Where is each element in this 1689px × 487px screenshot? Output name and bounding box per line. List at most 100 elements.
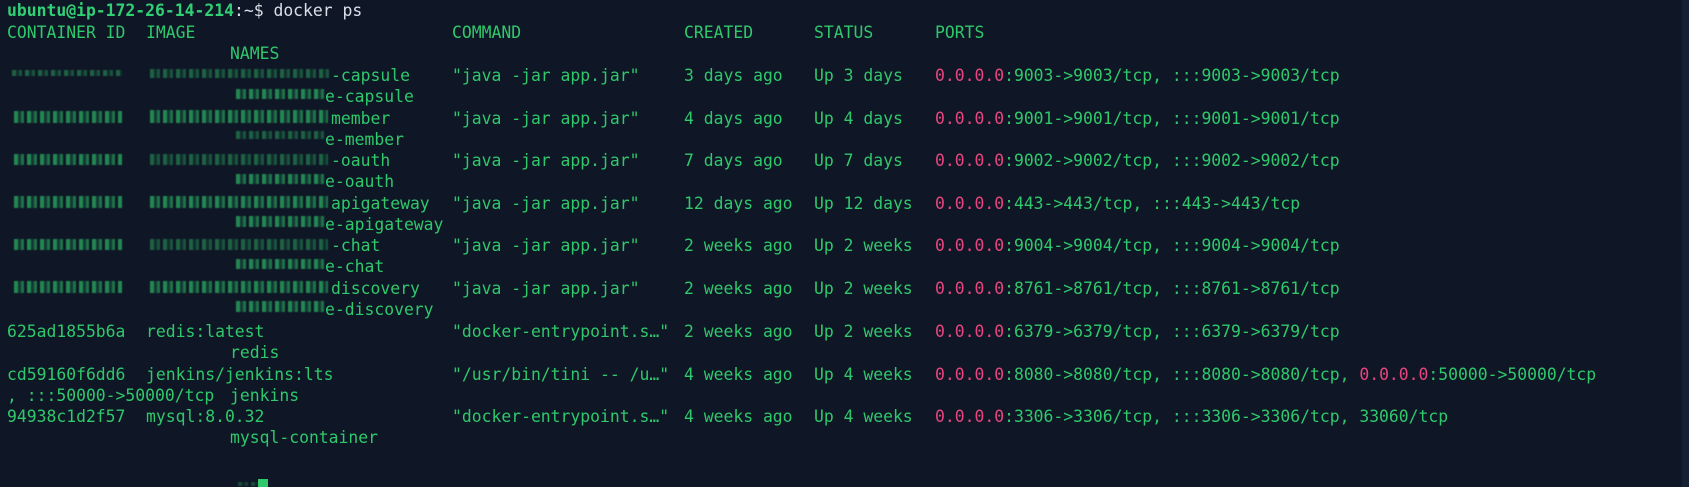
name-suffix: e-chat [325,257,385,276]
image-suffix: -chat [331,236,381,255]
image-cell: redis:latest [146,322,265,341]
redacted-image [150,239,328,250]
command-cell: "java -jar app.jar" [452,151,640,170]
ports-cell: 0.0.0.0:3306->3306/tcp, :::3306->3306/tc… [935,407,1448,427]
ports-mapping: :8080->8080/tcp, :::8080->8080/tcp, [1004,365,1360,384]
ports-ip: 0.0.0.0 [935,194,1005,213]
prompt-command: docker ps [263,1,363,20]
ports-cell: 0.0.0.0:6379->6379/tcp, :::6379->6379/tc… [935,322,1340,342]
ports-cell: 0.0.0.0:9001->9001/tcp, :::9001->9001/tc… [935,109,1340,129]
ports-mapping: :9002->9002/tcp, :::9002->9002/tcp [1004,151,1340,170]
header-status: STATUS [814,23,874,42]
ports-cell: 0.0.0.0:8761->8761/tcp, :::8761->8761/tc… [935,279,1340,299]
header-container-id: CONTAINER ID [7,23,126,42]
redacted-image [150,154,328,165]
header-created: CREATED [684,23,754,42]
redacted-name [236,301,326,312]
created-cell: 12 days ago [684,194,793,213]
ports-ip: 0.0.0.0 [935,322,1005,341]
header-image: IMAGE [146,23,196,42]
header-ports: PORTS [935,23,985,42]
prompt-line: ubuntu@ip-172-26-14-214:~$ docker ps [7,1,362,23]
created-cell: 3 days ago [684,66,783,85]
status-cell: Up 3 days [814,66,903,85]
status-cell: Up 4 days [814,109,903,128]
redacted-container-id [14,239,122,250]
command-cell: "java -jar app.jar" [452,236,640,255]
scrollbar[interactable] [1682,0,1689,487]
ports-ip: 0.0.0.0 [935,109,1005,128]
name-suffix: e-member [325,130,404,149]
status-cell: Up 4 weeks [814,407,913,426]
ports-cell: 0.0.0.0:443->443/tcp, :::443->443/tcp [935,194,1300,214]
container-id-cell: 94938c1d2f57 [7,407,126,426]
redacted-name [236,174,326,184]
image-suffix: discovery [331,279,420,298]
redacted-name [236,131,326,139]
created-cell: 2 weeks ago [684,279,793,298]
header-command: COMMAND [452,23,522,42]
partial-line [238,482,260,486]
terminal-window[interactable]: ubuntu@ip-172-26-14-214:~$ docker ps CON… [0,0,1689,487]
name-suffix: e-oauth [325,172,395,191]
ports-mapping: :443->443/tcp, :::443->443/tcp [1004,194,1301,213]
prompt-path: :~$ [233,1,264,20]
created-cell: 7 days ago [684,151,783,170]
ports-mapping: :6379->6379/tcp, :::6379->6379/tcp [1004,322,1340,341]
command-cell: "/usr/bin/tini -- /u…" [452,365,670,384]
name-cell: jenkins [230,386,300,405]
redacted-image [150,69,330,78]
ports-ip: 0.0.0.0 [935,151,1005,170]
created-cell: 2 weeks ago [684,236,793,255]
name-suffix: e-discovery [325,300,434,319]
redacted-container-id [14,281,122,293]
ports-ip: 0.0.0.0 [1359,365,1429,384]
status-cell: Up 12 days [814,194,913,213]
redacted-container-id [14,196,122,208]
ports-mapping: :8761->8761/tcp, :::8761->8761/tcp [1004,279,1340,298]
terminal-cursor [258,479,268,487]
redacted-image [150,110,328,123]
name-cell: mysql-container [230,428,379,447]
created-cell: 2 weeks ago [684,322,793,341]
image-suffix: -capsule [331,66,410,85]
ports-cell: 0.0.0.0:9002->9002/tcp, :::9002->9002/tc… [935,151,1340,171]
ports-ip: 0.0.0.0 [935,236,1005,255]
container-id-cell: cd59160f6dd6 [7,365,126,384]
image-cell: mysql:8.0.32 [146,407,265,426]
ports-mapping: :9004->9004/tcp, :::9004->9004/tcp [1004,236,1340,255]
status-cell: Up 2 weeks [814,322,913,341]
image-suffix: member [331,109,391,128]
redacted-name [236,216,326,227]
image-suffix: -oauth [331,151,391,170]
ports-cell: 0.0.0.0:9003->9003/tcp, :::9003->9003/tc… [935,66,1340,86]
redacted-container-id [14,154,122,165]
command-cell: "java -jar app.jar" [452,279,640,298]
command-cell: "java -jar app.jar" [452,66,640,85]
ports-ip: 0.0.0.0 [935,365,1005,384]
container-id-cell: 625ad1855b6a [7,322,126,341]
prompt-host: ubuntu@ip-172-26-14-214 [7,1,234,20]
created-cell: 4 weeks ago [684,407,793,426]
name-suffix: e-apigateway [325,215,444,234]
command-cell: "java -jar app.jar" [452,194,640,213]
redacted-image [150,281,328,293]
command-cell: "docker-entrypoint.s…" [452,322,670,341]
ports-cell: 0.0.0.0:9004->9004/tcp, :::9004->9004/tc… [935,236,1340,256]
redacted-container-id [14,111,122,123]
redacted-container-id [12,70,122,76]
header-names: NAMES [230,44,280,63]
command-cell: "docker-entrypoint.s…" [452,407,670,426]
redacted-name [236,89,326,99]
ports-mapping: :50000->50000/tcp [1428,365,1597,384]
status-cell: Up 2 weeks [814,279,913,298]
created-cell: 4 days ago [684,109,783,128]
name-suffix: e-capsule [325,87,414,106]
redacted-name [236,259,326,269]
name-cell: redis [230,343,280,362]
ports-ip: 0.0.0.0 [935,66,1005,85]
ports-ip: 0.0.0.0 [935,407,1005,426]
ports-ip: 0.0.0.0 [935,279,1005,298]
image-suffix: apigateway [331,194,430,213]
ports-mapping: :3306->3306/tcp, :::3306->3306/tcp, 3306… [1004,407,1449,426]
